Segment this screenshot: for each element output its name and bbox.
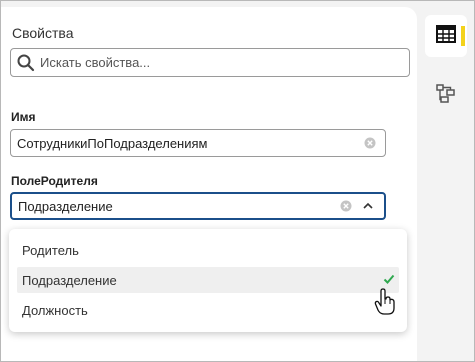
dropdown-option-podrazdelenie[interactable]: Подразделение (17, 267, 399, 293)
parent-field-label: ПолеРодителя (11, 174, 98, 188)
check-icon (383, 273, 395, 285)
sidebar-item-table[interactable] (426, 16, 466, 56)
hand-cursor-icon (374, 288, 396, 316)
hierarchy-icon (435, 82, 457, 109)
chevron-up-icon[interactable] (361, 199, 375, 213)
option-label: Должность (22, 302, 88, 318)
clear-icon[interactable] (363, 136, 377, 150)
parent-field-select[interactable]: Подразделение (10, 192, 386, 220)
parent-field-value: Подразделение (18, 198, 113, 214)
parent-field-dropdown: Родитель Подразделение Должность (9, 229, 407, 332)
name-field-value: СотрудникиПоПодразделениям (17, 135, 208, 151)
table-icon (436, 24, 456, 48)
option-label: Подразделение (22, 272, 117, 288)
search-placeholder: Искать свойства... (40, 55, 151, 70)
search-icon (17, 54, 35, 72)
search-input[interactable]: Искать свойства... (10, 48, 410, 77)
panel-title: Свойства (12, 25, 74, 41)
clear-icon[interactable] (339, 199, 353, 213)
dropdown-option-roditel[interactable]: Родитель (17, 237, 399, 263)
sidebar-item-hierarchy[interactable] (426, 75, 466, 115)
dropdown-option-dolzhnost[interactable]: Должность (17, 297, 399, 323)
option-label: Родитель (22, 242, 79, 258)
name-label: Имя (11, 110, 36, 124)
active-indicator (461, 26, 465, 46)
name-field[interactable]: СотрудникиПоПодразделениям (10, 129, 386, 157)
